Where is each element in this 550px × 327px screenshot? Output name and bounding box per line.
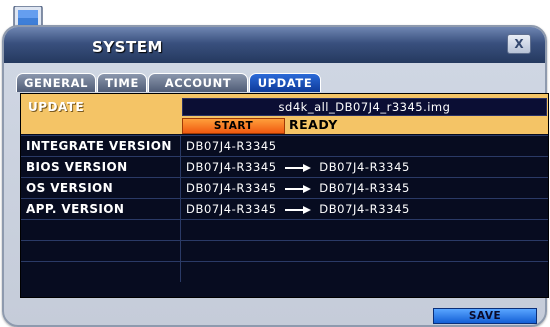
version-value: DB07J4-R3345 DB07J4-R3345 <box>180 199 546 219</box>
update-filename-field[interactable]: sd4k_all_DB07J4_r3345.img <box>182 98 547 116</box>
target-version: DB07J4-R3345 <box>319 181 410 195</box>
tab-update[interactable]: UPDATE <box>249 73 321 92</box>
version-value: DB07J4-R3345 <box>180 136 546 156</box>
current-version: DB07J4-R3345 <box>186 202 277 216</box>
current-version: DB07J4-R3345 <box>186 160 277 174</box>
version-value: DB07J4-R3345 DB07J4-R3345 <box>180 178 546 198</box>
arrow-right-icon <box>284 184 311 193</box>
version-label: OS VERSION <box>26 181 114 195</box>
update-status: READY <box>289 117 338 132</box>
tab-time[interactable]: TIME <box>97 73 147 92</box>
target-version: DB07J4-R3345 <box>319 202 410 216</box>
empty-row <box>21 240 548 261</box>
version-row-app: APP. VERSION DB07J4-R3345 DB07J4-R3345 <box>21 198 548 219</box>
current-version: DB07J4-R3345 <box>186 139 277 153</box>
arrow-right-icon <box>284 163 311 172</box>
current-version: DB07J4-R3345 <box>186 181 277 195</box>
tab-account[interactable]: ACCOUNT <box>148 73 248 92</box>
target-version: DB07J4-R3345 <box>319 160 410 174</box>
empty-cell <box>180 241 546 261</box>
version-label: INTEGRATE VERSION <box>26 139 172 153</box>
close-icon[interactable]: X <box>507 34 531 54</box>
version-label: BIOS VERSION <box>26 160 128 174</box>
save-button[interactable]: SAVE <box>433 308 537 324</box>
window-title: SYSTEM <box>92 38 163 56</box>
version-row-integrate: INTEGRATE VERSION DB07J4-R3345 <box>21 135 548 156</box>
title-bar: SYSTEM X <box>4 27 545 63</box>
empty-row <box>21 261 548 282</box>
version-row-bios: BIOS VERSION DB07J4-R3345 DB07J4-R3345 <box>21 156 548 177</box>
update-label: UPDATE <box>28 100 85 114</box>
version-label: APP. VERSION <box>26 202 125 216</box>
arrow-right-icon <box>284 205 311 214</box>
update-panel: UPDATE sd4k_all_DB07J4_r3345.img START R… <box>20 93 549 298</box>
version-row-os: OS VERSION DB07J4-R3345 DB07J4-R3345 <box>21 177 548 198</box>
version-value: DB07J4-R3345 DB07J4-R3345 <box>180 157 546 177</box>
empty-cell <box>180 262 546 282</box>
tab-general[interactable]: GENERAL <box>16 73 96 92</box>
start-button[interactable]: START <box>182 118 285 134</box>
update-row: UPDATE sd4k_all_DB07J4_r3345.img START R… <box>21 94 548 134</box>
empty-cell <box>180 220 546 240</box>
empty-row <box>21 219 548 240</box>
